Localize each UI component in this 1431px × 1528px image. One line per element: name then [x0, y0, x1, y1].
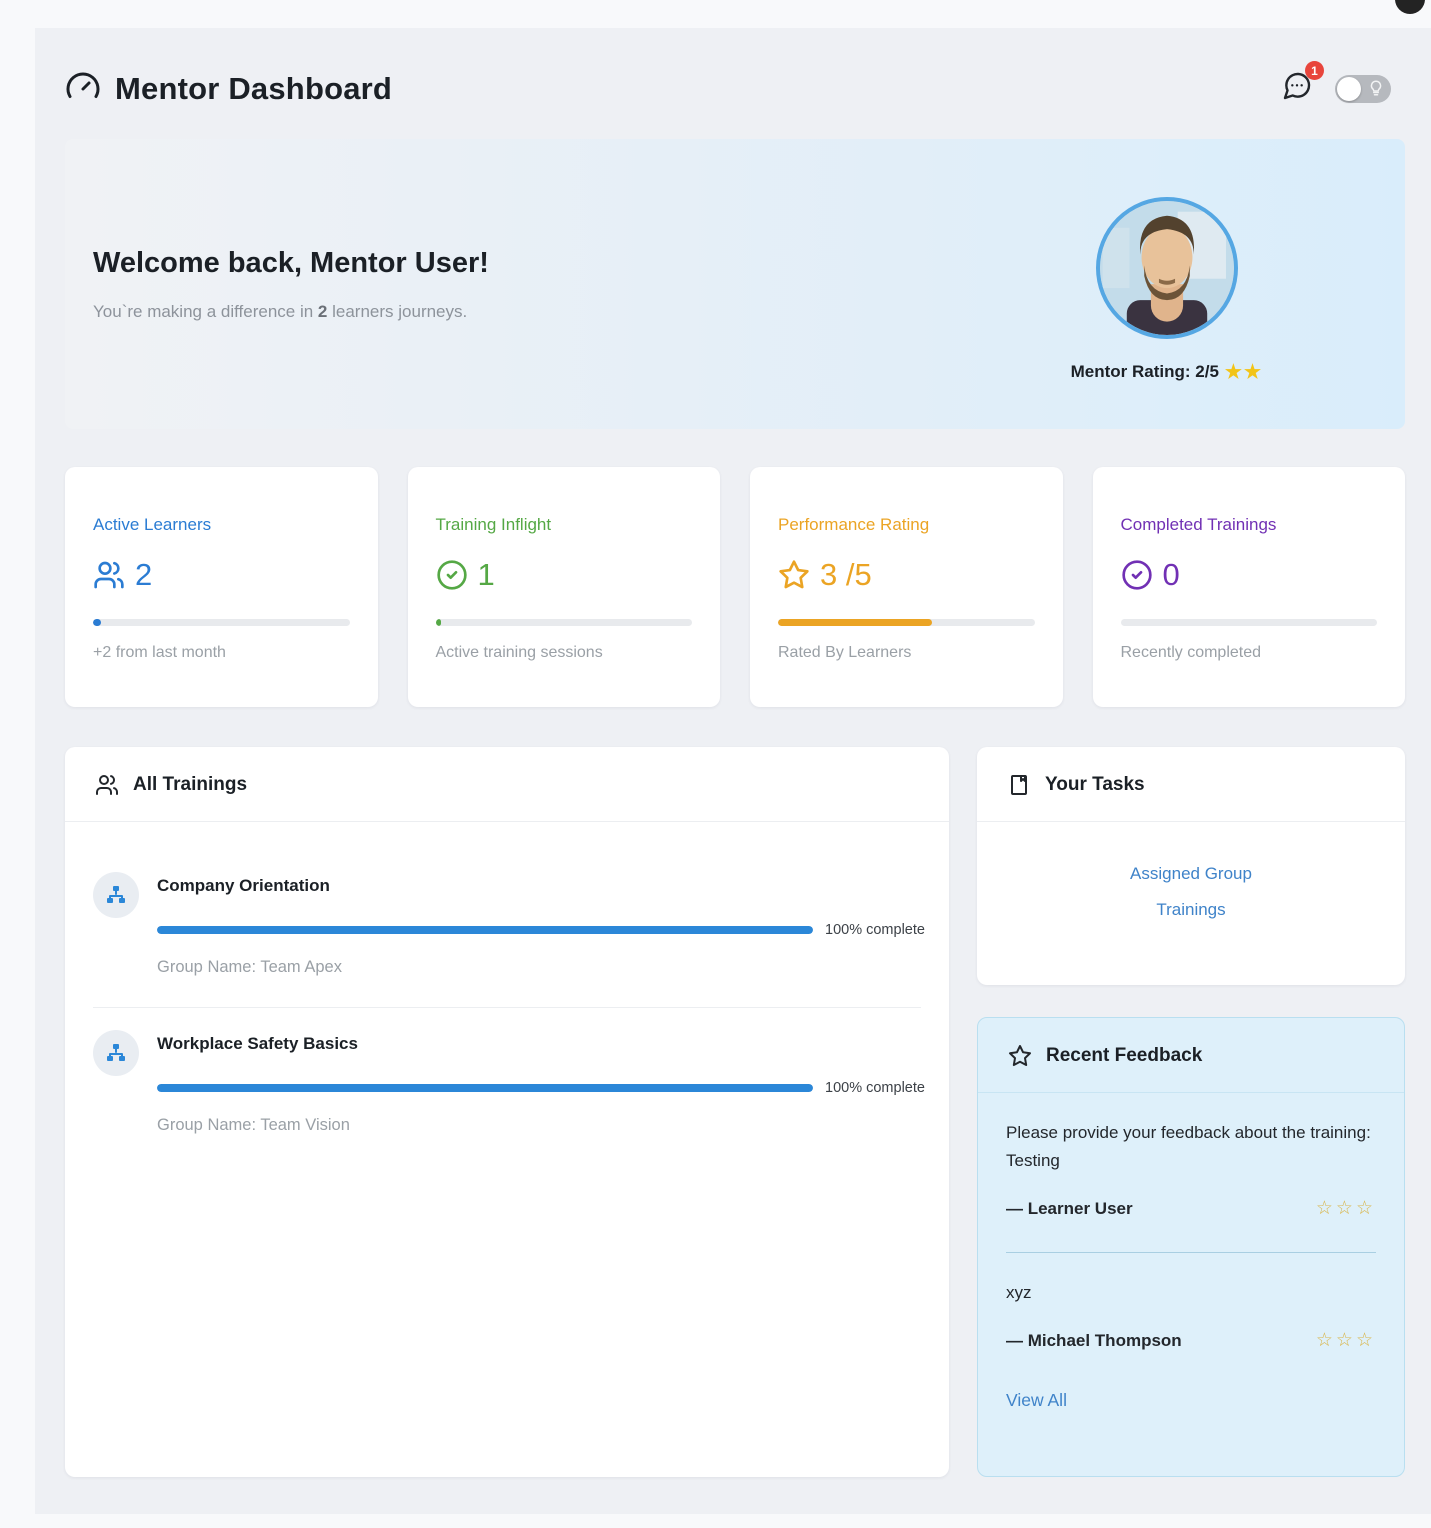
all-trainings-card: All Trainings [65, 747, 949, 1477]
training-progress-track [157, 1084, 813, 1092]
stat-progress-track [778, 619, 1035, 626]
stat-value: 2 [135, 557, 152, 593]
stat-progress-fill [93, 619, 101, 626]
stat-card-active-learners: Active Learners 2 +2 from last month [65, 467, 378, 707]
training-name: Company Orientation [157, 876, 921, 896]
stat-value: 0 [1163, 557, 1180, 593]
chat-button[interactable]: 1 [1281, 70, 1313, 107]
right-column: Your Tasks Assigned Group Trainings Rece… [977, 747, 1405, 1477]
feedback-author: — Learner User [1006, 1199, 1133, 1219]
training-progress-fill [157, 1084, 813, 1092]
stat-value: 1 [478, 557, 495, 593]
feedback-item: Please provide your feedback about the t… [1006, 1119, 1376, 1228]
feedback-item: xyz — Michael Thompson ☆☆☆ [1006, 1279, 1376, 1360]
welcome-subtitle-suffix: learners journeys. [327, 302, 467, 321]
training-progress-track [157, 926, 813, 934]
users-icon [95, 773, 119, 797]
stat-progress-track [436, 619, 693, 626]
stat-caption: Active training sessions [436, 644, 693, 662]
welcome-banner: Welcome back, Mentor User! You`re making… [65, 139, 1405, 429]
lightbulb-icon [1367, 79, 1385, 102]
dashboard-panel: Mentor Dashboard 1 [35, 28, 1431, 1514]
stat-progress-track [93, 619, 350, 626]
users-icon [93, 559, 125, 591]
stat-label: Performance Rating [778, 515, 1035, 535]
training-progress-label: 100% complete [825, 922, 921, 938]
note-icon [1007, 773, 1031, 797]
training-group-name: Group Name: Team Vision [157, 1116, 921, 1135]
feedback-text: Please provide your feedback about the t… [1006, 1119, 1376, 1175]
mentor-rating-label: Mentor Rating: 2/5 [1071, 362, 1219, 382]
view-all-link[interactable]: View All [1006, 1390, 1067, 1411]
feedback-stars: ☆☆☆ [1316, 1329, 1376, 1352]
stat-caption: Recently completed [1121, 644, 1378, 662]
welcome-subtitle-prefix: You`re making a difference in [93, 302, 318, 321]
your-tasks-card: Your Tasks Assigned Group Trainings [977, 747, 1405, 985]
training-row[interactable]: Company Orientation 100% complete Group … [93, 850, 921, 1008]
training-name: Workplace Safety Basics [157, 1034, 921, 1054]
star-icon [1008, 1044, 1032, 1068]
training-badge [93, 872, 139, 918]
training-progress-fill [157, 926, 813, 934]
mentor-rating-stars: ★★ [1225, 361, 1263, 384]
window-avatar-partial[interactable] [1395, 0, 1425, 14]
training-badge [93, 1030, 139, 1076]
stat-label: Training Inflight [436, 515, 693, 535]
divider [1006, 1252, 1376, 1253]
stat-progress-track [1121, 619, 1378, 626]
stat-progress-fill [778, 619, 932, 626]
your-tasks-title: Your Tasks [1045, 774, 1145, 796]
stat-card-completed-trainings: Completed Trainings 0 Recently completed [1093, 467, 1406, 707]
stat-card-performance-rating: Performance Rating 3 /5 Rated By Learner… [750, 467, 1063, 707]
theme-toggle[interactable] [1335, 75, 1391, 103]
gauge-icon [65, 68, 101, 109]
training-progress-label: 100% complete [825, 1080, 921, 1096]
recent-feedback-card: Recent Feedback Please provide your feed… [977, 1017, 1405, 1477]
recent-feedback-title: Recent Feedback [1046, 1045, 1202, 1067]
notification-badge: 1 [1305, 61, 1324, 80]
stat-progress-fill [436, 619, 441, 626]
training-row[interactable]: Workplace Safety Basics 100% complete Gr… [93, 1008, 921, 1165]
stat-caption: +2 from last month [93, 644, 350, 662]
welcome-title: Welcome back, Mentor User! [93, 247, 489, 280]
sitemap-icon [104, 1041, 128, 1065]
mentor-rating: Mentor Rating: 2/5 ★★ [1071, 361, 1263, 384]
welcome-subtitle-count: 2 [318, 302, 327, 321]
stat-label: Active Learners [93, 515, 350, 535]
toggle-thumb [1337, 77, 1361, 101]
feedback-text: xyz [1006, 1279, 1376, 1307]
stat-card-training-inflight: Training Inflight 1 Active training sess… [408, 467, 721, 707]
training-group-name: Group Name: Team Apex [157, 958, 921, 977]
stat-value: 3 /5 [820, 557, 872, 593]
check-circle-icon [436, 559, 468, 591]
mentor-avatar [1096, 197, 1238, 339]
sitemap-icon [104, 883, 128, 907]
page-header: Mentor Dashboard 1 [65, 68, 1405, 109]
welcome-subtitle: You`re making a difference in 2 learners… [93, 302, 489, 322]
assigned-group-trainings-link[interactable]: Assigned Group Trainings [997, 856, 1385, 927]
star-icon [778, 559, 810, 591]
page-title: Mentor Dashboard [115, 71, 392, 107]
feedback-stars: ☆☆☆ [1316, 1197, 1376, 1220]
check-circle-icon [1121, 559, 1153, 591]
feedback-author: — Michael Thompson [1006, 1331, 1182, 1351]
stats-grid: Active Learners 2 +2 from last month Tra… [65, 467, 1405, 707]
all-trainings-title: All Trainings [133, 774, 247, 796]
task-link-line2: Trainings [1156, 900, 1225, 919]
stat-label: Completed Trainings [1121, 515, 1378, 535]
task-link-line1: Assigned Group [1130, 864, 1252, 883]
stat-caption: Rated By Learners [778, 644, 1035, 662]
